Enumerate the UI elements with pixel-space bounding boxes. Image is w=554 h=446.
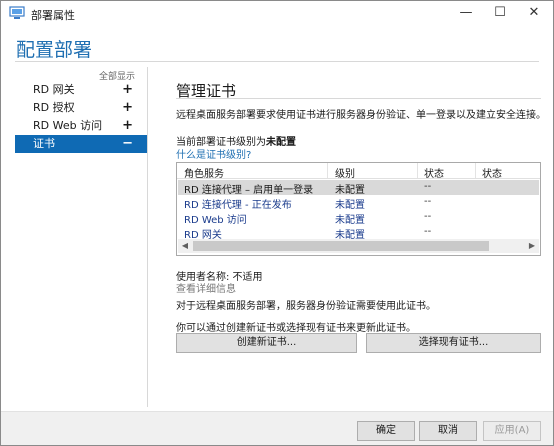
level-cell: 未配置	[335, 215, 365, 226]
role-cell: RD 连接代理 – 启用单一登录	[184, 185, 314, 196]
scrollbar-thumb[interactable]	[193, 241, 489, 251]
sidebar-item-label: RD 授权	[33, 101, 75, 114]
certificate-update-note: 你可以通过创建新证书或选择现有证书来更新此证书。	[176, 323, 416, 334]
horizontal-scrollbar[interactable]: ◀ ▶	[178, 239, 539, 253]
level-cell: 未配置	[335, 185, 365, 196]
column-separator	[475, 163, 476, 178]
close-button[interactable]: ✕	[517, 1, 551, 27]
view-details-link[interactable]: 查看详细信息	[176, 280, 236, 295]
status-cell: --	[424, 211, 432, 222]
header-divider	[15, 61, 539, 62]
status-cell: --	[424, 226, 432, 237]
section-divider	[176, 98, 541, 99]
title-bar[interactable]: 部署属性 — ☐ ✕	[1, 1, 553, 27]
level-cell: 未配置	[335, 200, 365, 211]
table-row[interactable]: RD 网关 未配置 --	[178, 225, 539, 241]
deployment-properties-window: 部署属性 — ☐ ✕ 配置部署 全部显示 RD 网关 + RD 授权 + RD …	[0, 0, 554, 446]
column-header-level[interactable]: 级别	[335, 165, 355, 180]
column-header-role[interactable]: 角色服务	[184, 165, 224, 180]
sidebar-item-certificates[interactable]: 证书 −	[15, 135, 147, 153]
expand-icon: +	[122, 100, 133, 115]
table-header: 角色服务 级别 状态 状态	[177, 163, 540, 180]
select-existing-certificate-button[interactable]: 选择现有证书...	[366, 333, 541, 353]
certificate-level-value: 未配置	[266, 137, 296, 148]
table-row[interactable]: RD Web 访问 未配置 --	[178, 210, 539, 226]
status-cell: --	[424, 196, 432, 207]
certificate-required-note: 对于远程桌面服务部署，服务器身份验证需要使用此证书。	[176, 301, 436, 312]
table-row[interactable]: RD 连接代理 - 正在发布 未配置 --	[178, 195, 539, 211]
role-cell: RD Web 访问	[184, 215, 247, 226]
sidebar-item-rd-gateway[interactable]: RD 网关 +	[15, 81, 147, 99]
create-new-certificate-button[interactable]: 创建新证书...	[176, 333, 357, 353]
sidebar-item-label: RD Web 访问	[33, 119, 103, 132]
section-description: 远程桌面服务部署要求使用证书进行服务器身份验证、单一登录以及建立安全连接。	[176, 110, 546, 121]
sidebar-item-label: RD 网关	[33, 83, 75, 96]
maximize-button[interactable]: ☐	[483, 1, 517, 27]
column-separator	[327, 163, 328, 178]
role-cell: RD 连接代理 - 正在发布	[184, 200, 292, 211]
apply-button[interactable]: 应用(A)	[483, 421, 541, 441]
expand-icon: +	[122, 82, 133, 97]
column-separator	[417, 163, 418, 178]
column-header-status-2[interactable]: 状态	[482, 165, 502, 180]
collapse-icon: −	[122, 136, 133, 151]
scroll-right-icon[interactable]: ▶	[525, 240, 539, 252]
cancel-button[interactable]: 取消	[419, 421, 477, 441]
sidebar-item-rd-web-access[interactable]: RD Web 访问 +	[15, 117, 147, 135]
ok-button[interactable]: 确定	[357, 421, 415, 441]
table-row[interactable]: RD 连接代理 – 启用单一登录 未配置 --	[178, 180, 539, 196]
server-manager-icon	[9, 6, 25, 19]
column-header-status[interactable]: 状态	[424, 165, 444, 180]
role-services-table[interactable]: 角色服务 级别 状态 状态 RD 连接代理 – 启用单一登录 未配置 -- RD…	[176, 162, 541, 256]
dialog-footer: 确定 取消 应用(A)	[1, 411, 553, 445]
sidebar-item-rd-licensing[interactable]: RD 授权 +	[15, 99, 147, 117]
sidebar-item-label: 证书	[33, 137, 55, 150]
certificate-level-help-link[interactable]: 什么是证书级别?	[176, 146, 251, 161]
sidebar: 全部显示 RD 网关 + RD 授权 + RD Web 访问 + 证书 −	[15, 67, 148, 407]
expand-icon: +	[122, 118, 133, 133]
minimize-button[interactable]: —	[449, 1, 483, 27]
status-cell: --	[424, 181, 432, 192]
window-title: 部署属性	[31, 9, 75, 22]
page-heading: 配置部署	[16, 39, 93, 61]
scroll-left-icon[interactable]: ◀	[178, 240, 192, 252]
